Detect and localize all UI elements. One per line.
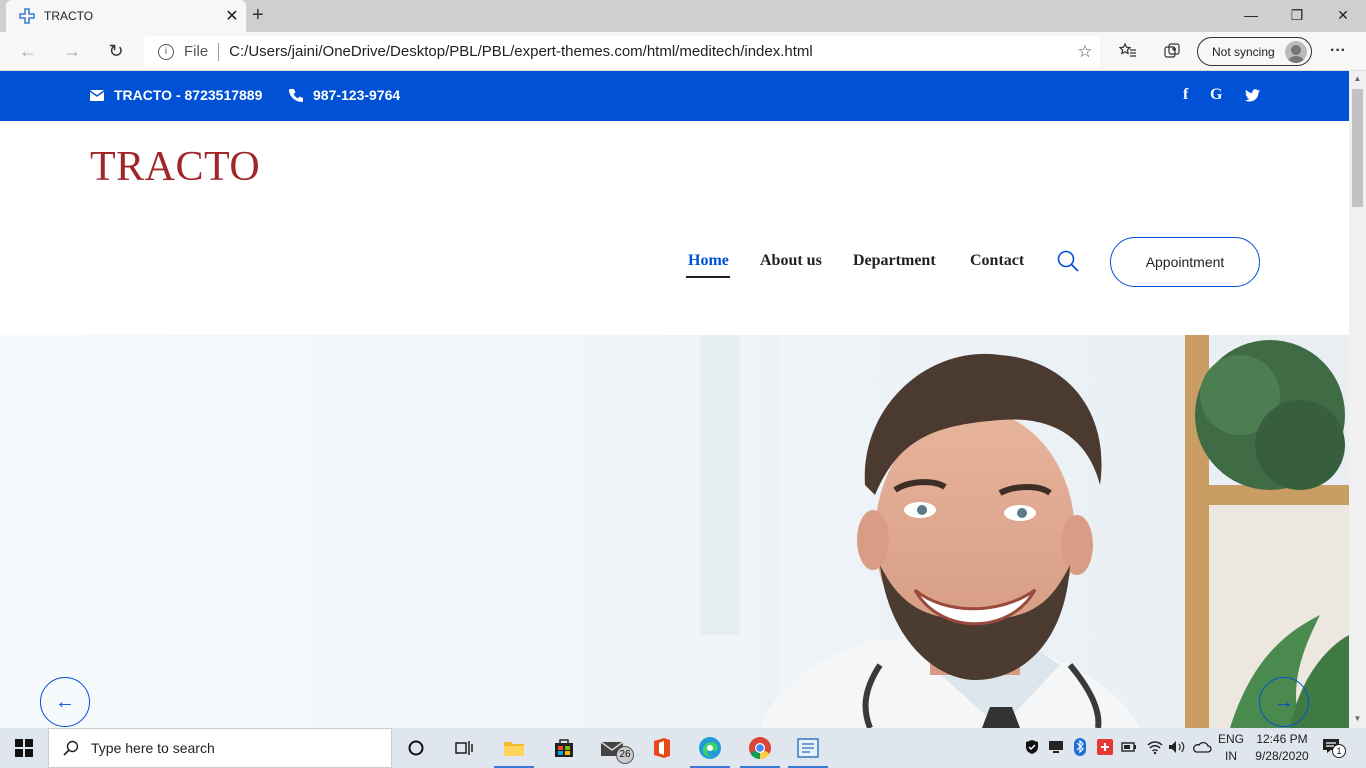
search-icon [63,740,79,756]
chrome-icon [749,737,771,759]
file-explorer-app[interactable] [490,728,538,768]
scrollbar-thumb[interactable] [1352,89,1363,207]
page-scrollbar[interactable]: ▲ ▼ [1349,71,1366,728]
document-icon [797,738,819,758]
language-region: IN [1225,749,1237,763]
store-icon [555,739,573,757]
minimize-button[interactable]: — [1228,4,1274,28]
task-view-button[interactable] [440,728,488,768]
contact-topbar: TRACTO - 8723517889 987-123-9764 f G [0,71,1349,121]
onedrive-icon[interactable] [1192,739,1212,755]
browser-toolbar: ← → ↻ i File C:/Users/jaini/OneDrive/Des… [0,32,1366,71]
forward-arrow-icon[interactable]: → [60,40,84,64]
taskbar-search-placeholder: Type here to search [91,740,215,756]
phone-icon [289,89,303,102]
cortana-button[interactable] [392,728,440,768]
antivirus-icon[interactable] [1097,739,1113,755]
browser-tab[interactable]: TRACTO ✕ [6,0,246,32]
google-icon[interactable]: G [1210,86,1222,104]
avatar [1285,40,1307,63]
address-bar[interactable]: i File C:/Users/jaini/OneDrive/Desktop/P… [144,36,1100,67]
tab-close-icon[interactable]: ✕ [218,6,246,26]
action-center-button[interactable]: 1 [1322,738,1346,758]
twitter-icon[interactable] [1245,89,1260,102]
start-button[interactable] [0,728,48,768]
cortana-icon [408,740,424,756]
edge-app[interactable] [686,728,734,768]
tab-title: TRACTO [44,9,94,23]
scheme-label: File [184,43,209,60]
language-code: ENG [1217,732,1244,746]
facebook-icon[interactable]: f [1183,86,1188,104]
bluetooth-icon[interactable] [1074,738,1086,756]
document-viewer-app[interactable] [784,728,832,768]
nav-department[interactable]: Department [853,252,936,270]
mail-app[interactable]: 26 [588,728,636,768]
mail-badge: 26 [616,746,634,764]
phone-text: 987-123-9764 [313,87,401,103]
site-favicon-icon [19,8,35,24]
input-language-indicator[interactable]: ENG IN [1216,731,1246,765]
battery-icon[interactable] [1121,740,1137,754]
restore-button[interactable]: ❐ [1274,4,1320,28]
task-view-icon [455,741,473,755]
active-nav-underline [686,276,730,278]
favorites-icon[interactable] [1118,42,1138,62]
email-text: TRACTO - 8723517889 [114,87,263,103]
phone-contact[interactable]: 987-123-9764 [289,87,400,103]
wifi-icon[interactable] [1146,739,1164,755]
tab-strip: TRACTO ✕ + — ❐ ✕ [0,0,1366,32]
address-separator [218,42,220,61]
office-app[interactable] [638,728,686,768]
profile-sync-button[interactable]: Not syncing [1197,37,1312,66]
sync-label: Not syncing [1212,44,1275,59]
store-app[interactable] [540,728,588,768]
notification-count-badge: 1 [1332,744,1346,758]
email-contact[interactable]: TRACTO - 8723517889 [90,87,262,103]
favorite-star-icon[interactable]: ☆ [1070,42,1100,62]
clock-date: 9/28/2020 [1255,749,1309,763]
hero-slider: ← → [0,335,1349,728]
site-logo[interactable]: TRACTO [90,143,260,191]
security-shield-icon[interactable] [1025,739,1039,755]
display-icon[interactable] [1048,740,1064,754]
scroll-up-icon[interactable]: ▲ [1352,74,1363,83]
slider-next-button[interactable]: → [1259,677,1309,727]
scroll-down-icon[interactable]: ▼ [1352,714,1363,723]
new-tab-button[interactable]: + [252,4,264,27]
office-icon [654,738,670,758]
folder-icon [504,742,524,756]
search-icon[interactable] [1056,249,1080,273]
volume-icon[interactable] [1168,739,1186,755]
nav-home[interactable]: Home [688,252,729,270]
windows-taskbar: Type here to search 26 ENG IN 12:46 PM 9… [0,728,1366,768]
taskbar-search-box[interactable]: Type here to search [48,728,392,768]
edge-icon [699,737,721,759]
more-menu-icon[interactable]: ··· [1328,42,1348,62]
hero-image [0,335,1349,728]
slider-prev-button[interactable]: ← [40,677,90,727]
nav-contact[interactable]: Contact [970,252,1024,270]
web-page: TRACTO - 8723517889 987-123-9764 f G TRA… [0,71,1349,728]
back-arrow-icon[interactable]: ← [16,40,40,64]
info-icon[interactable]: i [158,43,174,60]
close-window-button[interactable]: ✕ [1320,4,1366,28]
nav-about-us[interactable]: About us [760,252,822,270]
refresh-icon[interactable]: ↻ [104,40,128,64]
windows-logo-icon [15,739,33,757]
envelope-icon [90,89,104,101]
chrome-app[interactable] [736,728,784,768]
taskbar-clock[interactable]: 12:46 PM 9/28/2020 [1250,731,1314,765]
appointment-button[interactable]: Appointment [1110,237,1260,287]
collections-icon[interactable] [1162,42,1182,62]
url-text[interactable]: C:/Users/jaini/OneDrive/Desktop/PBL/PBL/… [229,43,1070,60]
clock-time: 12:46 PM [1256,732,1308,746]
